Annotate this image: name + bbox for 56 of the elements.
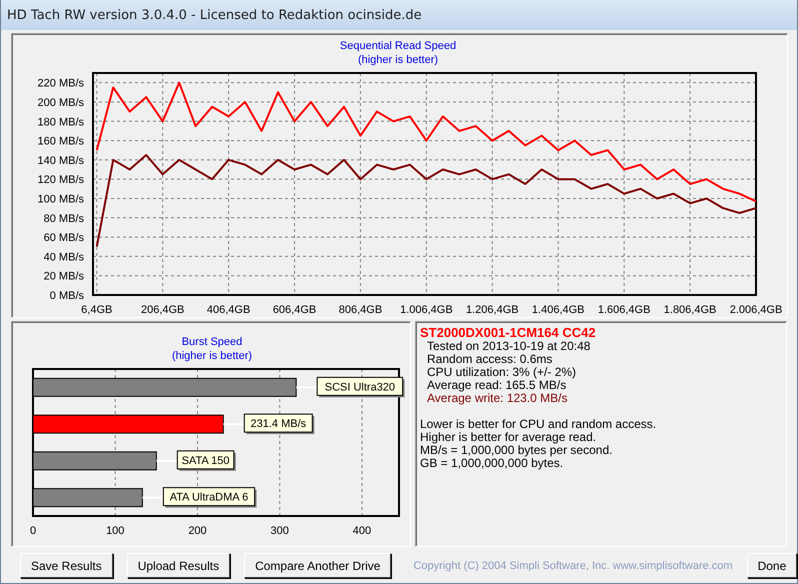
axis-label: 200 MB/s [38, 96, 84, 109]
axis-label: 6,4GB [81, 304, 112, 316]
note-line: Lower is better for CPU and random access. [420, 418, 658, 431]
y-tick-label: SATA 150 [182, 454, 230, 467]
note-line: GB = 1,000,000,000 bytes. [420, 457, 564, 470]
action-button[interactable]: Upload Results [126, 553, 230, 578]
axis-label: 100 [106, 525, 124, 537]
chart-title: Burst Speed [182, 336, 242, 348]
axis-label: 20 MB/s [44, 270, 84, 283]
axis-label: 100 MB/s [38, 193, 84, 206]
axis-label: 400 [352, 525, 372, 537]
axis-label: 140 MB/s [38, 154, 84, 167]
axis-label: 80 MB/s [44, 212, 84, 225]
axis-label: 300 [270, 525, 289, 537]
result-line: Average write: 123.0 MB/s [426, 392, 569, 405]
note-line: Higher is better for average read. [420, 431, 598, 444]
y-tick-label: SCSI Ultra320 [324, 381, 396, 394]
result-line: Tested on 2013-10-19 at 20:48 [426, 340, 592, 353]
axis-label: 806,4GB [338, 304, 382, 316]
action-button[interactable]: Compare Another Drive [244, 553, 392, 578]
axis-label: 60 MB/s [44, 232, 84, 244]
action-button[interactable]: Save Results [20, 553, 113, 578]
y-tick-label: 231.4 MB/s [250, 418, 307, 430]
chart-subtitle: (higher is better) [172, 350, 252, 362]
chart-subtitle: (higher is better) [358, 54, 438, 66]
result-line: Random access: 0.6ms [426, 353, 554, 366]
result-line: Average read: 165.5 MB/s [426, 379, 566, 392]
copyright-text: Copyright (C) 2004 Simpli Software, Inc. www.simplisoftware.com [413, 560, 733, 572]
bar-callout: SATA 150 [176, 450, 236, 471]
axis-label: 1.406,4GB [532, 304, 585, 316]
axis-label: 220 MB/s [38, 78, 84, 90]
axis-label: 2.006,4GB [730, 304, 782, 316]
axis-label: 120 MB/s [38, 174, 84, 186]
note-line: MB/s = 1,000,000 bytes per second. [420, 444, 614, 457]
bar-callout: 231.4 MB/s [244, 414, 314, 434]
drive-name: ST2000DX001-1CM164 CC42 [420, 325, 597, 340]
bar-callout: SCSI Ultra320 [316, 376, 405, 398]
axis-label: 180 MB/s [38, 116, 84, 128]
axis-label: 1.806,4GB [664, 304, 716, 316]
axis-label: 0 [30, 525, 36, 537]
axis-label: 40 MB/s [44, 251, 84, 264]
chart-title: Sequential Read Speed [340, 40, 456, 52]
axis-label: 0 MB/s [50, 290, 84, 302]
axis-label: 206,4GB [140, 304, 184, 316]
result-line: CPU utilization: 3% (+/- 2%) [426, 366, 578, 379]
axis-label: 200 [188, 525, 207, 537]
window-title: HD Tach RW version 3.0.4.0 - Licensed to Redaktion ocinside.de [7, 8, 422, 22]
done-button[interactable]: Done [746, 553, 798, 578]
axis-label: 160 MB/s [38, 136, 84, 148]
bar-callout: ATA UltraDMA 6 [162, 487, 257, 508]
axis-label: 1.006,4GB [400, 304, 453, 316]
y-tick-label: ATA UltraDMA 6 [170, 492, 248, 504]
axis-label: 606,4GB [272, 304, 316, 316]
axis-label: 1.206,4GB [466, 304, 519, 316]
axis-label: 406,4GB [206, 304, 250, 316]
axis-label: 1.606,4GB [598, 304, 650, 316]
